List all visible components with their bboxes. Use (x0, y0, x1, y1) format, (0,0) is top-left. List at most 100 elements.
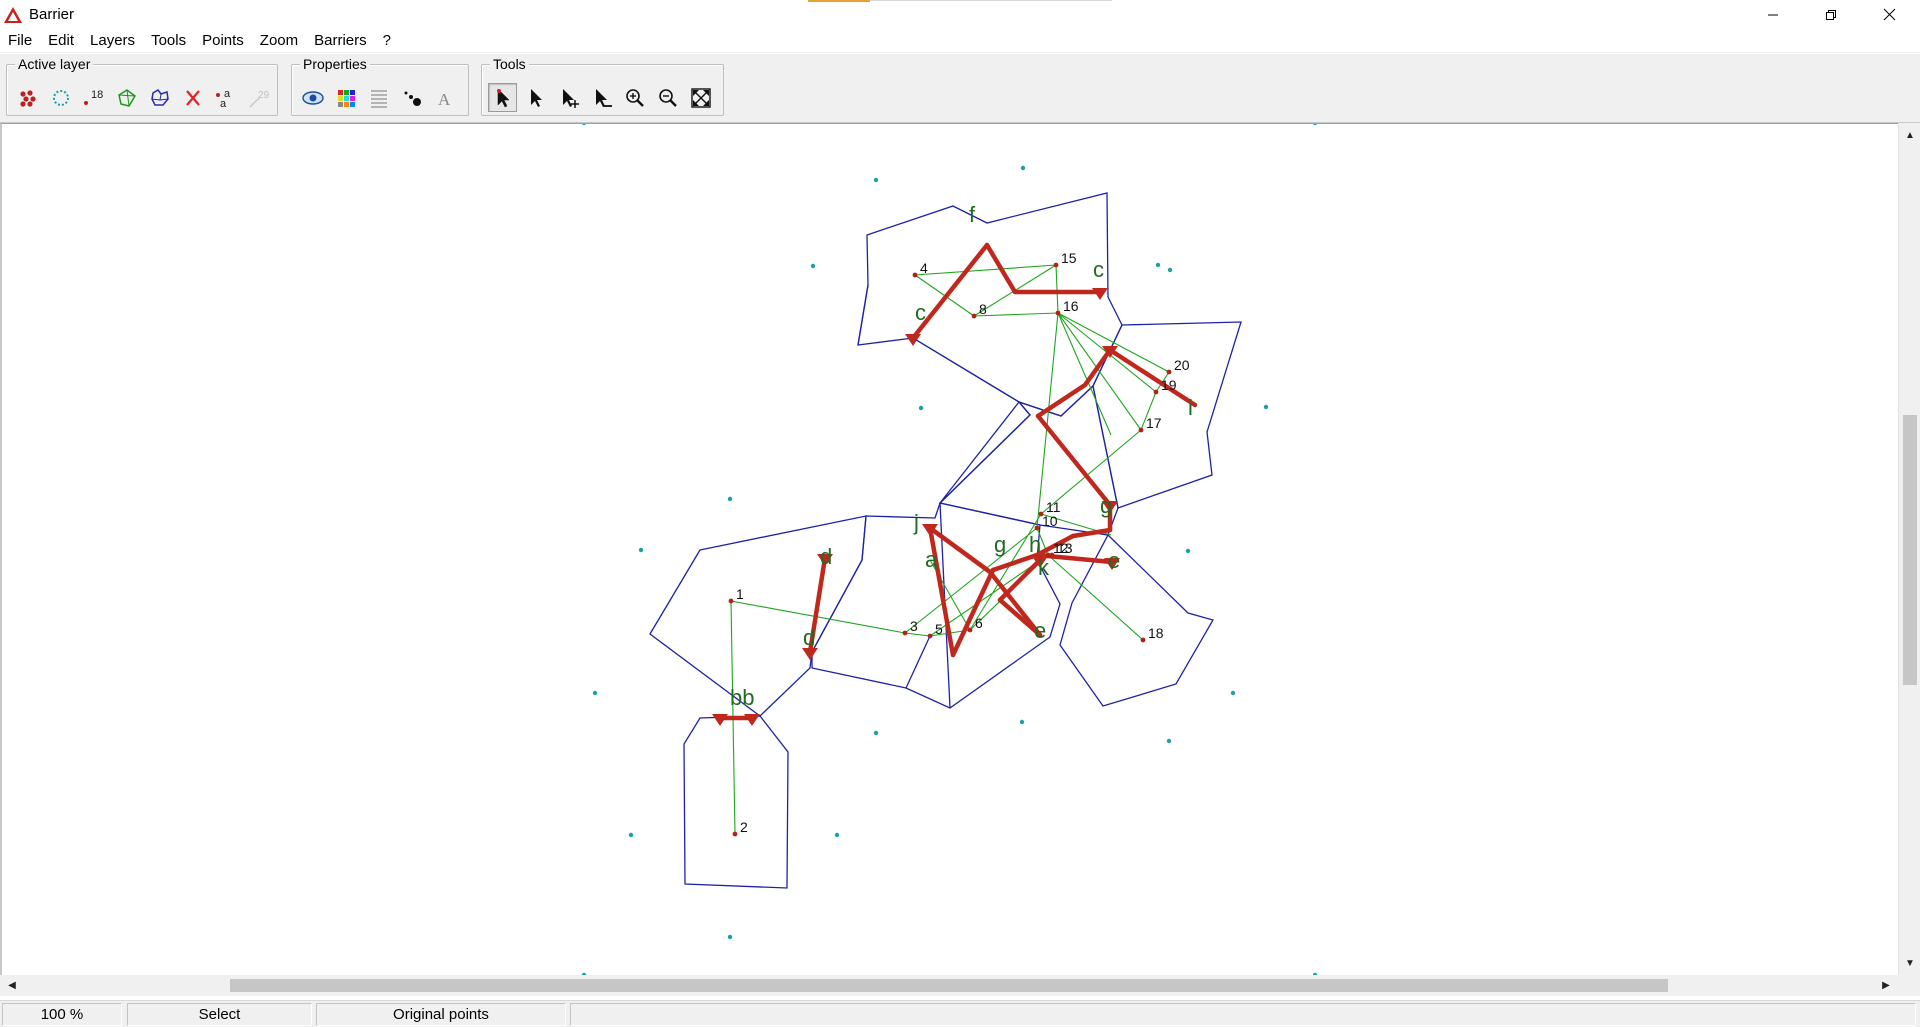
barriers-layer-button[interactable] (178, 83, 207, 112)
visibility-icon (301, 90, 324, 105)
status-layer: Original points (316, 1003, 566, 1026)
minimize-button[interactable] (1744, 0, 1802, 29)
sample-point[interactable] (971, 313, 977, 319)
voronoi-layer-button[interactable] (145, 83, 174, 112)
close-button[interactable] (1860, 0, 1918, 29)
sample-point[interactable] (1153, 389, 1159, 395)
font-button[interactable]: A (430, 83, 459, 112)
font-icon: A (438, 90, 451, 109)
barrier-label: d (820, 544, 832, 569)
select-tool-button[interactable] (488, 83, 517, 112)
sample-point[interactable] (732, 831, 738, 837)
barrier-label: d (803, 625, 815, 650)
voronoi-edge (857, 284, 869, 346)
sample-point[interactable] (1166, 369, 1172, 375)
disabled-layer-button[interactable]: 29 (244, 83, 273, 112)
map-canvas[interactable]: 1 2 3 4 5 6 8 10 11 12 13 15 16 17 18 19 20 fccigjghadde… (0, 123, 1898, 975)
vertical-scroll-thumb[interactable] (1903, 415, 1917, 685)
circle-layer-icon (52, 89, 69, 106)
triangulation-layer-icon (117, 88, 136, 107)
points-layer-button[interactable] (13, 83, 42, 112)
zoom-out-button[interactable] (653, 83, 682, 112)
circle-layer-button[interactable] (46, 83, 75, 112)
disabled-layer-icon: 29 (248, 90, 269, 108)
triangulation-edge (1057, 312, 1170, 373)
zoom-fit-button[interactable] (686, 83, 715, 112)
barrier-segment[interactable] (1035, 413, 1113, 508)
menu-tools[interactable]: Tools (143, 30, 194, 52)
horizontal-scrollbar[interactable]: ◀ ▶ (0, 975, 1898, 996)
scroll-up-arrow-icon[interactable]: ▲ (1899, 125, 1920, 145)
triangulation-layer-button[interactable] (112, 83, 141, 112)
sample-point[interactable] (902, 630, 908, 636)
virtual-point (1166, 738, 1172, 744)
virtual-point (1230, 690, 1236, 696)
color-palette-button[interactable] (331, 83, 360, 112)
menu-points[interactable]: Points (194, 30, 252, 52)
vertical-scrollbar[interactable]: ▲ ▼ (1898, 123, 1920, 975)
barrier-label: f (969, 202, 976, 227)
scroll-right-arrow-icon[interactable]: ▶ (1876, 975, 1896, 996)
letters-icon-text-bottom: a (220, 98, 227, 109)
scroll-down-arrow-icon[interactable]: ▼ (1899, 953, 1920, 973)
virtual-point (873, 177, 879, 183)
title-bar: Barrier (0, 0, 1920, 29)
letters-layer-button[interactable]: a a (211, 83, 240, 112)
sample-point[interactable] (1053, 262, 1059, 268)
arrow-add-icon (562, 88, 579, 108)
barrier-label: g (1100, 493, 1112, 518)
sample-point[interactable] (1055, 310, 1061, 316)
sample-point[interactable] (1038, 511, 1044, 517)
sample-point[interactable] (1049, 552, 1055, 558)
menu-file[interactable]: File (0, 30, 40, 52)
sample-point[interactable] (967, 627, 973, 633)
active-layer-group: Active layer 18 a a 29 (6, 56, 278, 116)
restore-icon (1826, 9, 1836, 20)
point-style-button[interactable] (397, 83, 426, 112)
point-style-icon (404, 91, 421, 106)
status-mode: Select (127, 1003, 312, 1026)
sample-point[interactable] (1140, 637, 1146, 643)
status-bar: 100 % Select Original points (0, 1000, 1920, 1027)
visibility-button[interactable] (298, 83, 327, 112)
window-title: Barrier (29, 6, 75, 23)
add-tool-button[interactable] (554, 83, 583, 112)
triangulation-edge (1057, 312, 1142, 431)
barrier-segment[interactable] (950, 567, 996, 658)
barrier-label: g (994, 532, 1006, 557)
sample-point[interactable] (912, 272, 918, 278)
numbering-layer-icon: 18 (83, 89, 103, 105)
virtual-point (1019, 719, 1025, 725)
barrier-segment[interactable] (1082, 347, 1113, 388)
sample-point[interactable] (1138, 427, 1144, 433)
remove-tool-button[interactable] (587, 83, 616, 112)
numbering-layer-button[interactable]: 18 (79, 83, 108, 112)
sample-point[interactable] (927, 633, 933, 639)
virtual-point (582, 124, 586, 126)
voronoi-cell (939, 400, 1031, 504)
scroll-left-arrow-icon[interactable]: ◀ (2, 975, 22, 996)
move-tool-button[interactable] (521, 83, 550, 112)
sample-point[interactable] (728, 598, 734, 604)
menu-zoom[interactable]: Zoom (252, 30, 306, 52)
virtual-point (1167, 267, 1173, 273)
map-drawing[interactable]: 12345 6810111213151617181920 fccigjg hadde… (2, 124, 1898, 975)
horizontal-scroll-thumb[interactable] (230, 979, 1668, 992)
zoom-in-button[interactable] (620, 83, 649, 112)
menu-edit[interactable]: Edit (40, 30, 82, 52)
menu-barriers[interactable]: Barriers (306, 30, 375, 52)
menu-help[interactable]: ? (375, 30, 399, 52)
point-label: 6 (975, 615, 983, 631)
voronoi-cell (857, 192, 1123, 417)
numbering-icon-text: 18 (91, 89, 103, 101)
barrier-label: c (915, 300, 926, 325)
point-label: 18 (1148, 625, 1164, 641)
select-arrow-icon (496, 87, 510, 107)
barrier-label: c (1093, 257, 1104, 282)
restore-button[interactable] (1802, 0, 1860, 29)
point-label: 5 (935, 621, 943, 637)
line-style-button[interactable] (364, 83, 393, 112)
menu-layers[interactable]: Layers (82, 30, 143, 52)
sample-point[interactable] (1034, 525, 1040, 531)
arrow-move-icon (530, 88, 542, 107)
